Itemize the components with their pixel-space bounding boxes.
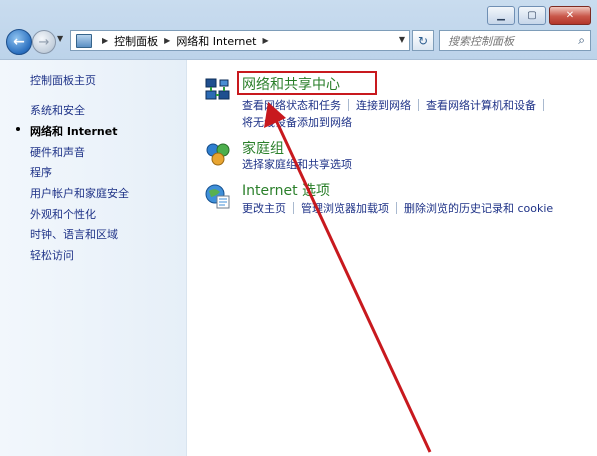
close-button[interactable]: ✕	[549, 6, 591, 25]
view-network-computers-link[interactable]: 查看网络计算机和设备	[426, 97, 536, 113]
sidebar-item-appearance[interactable]: 外观和个性化	[30, 206, 96, 222]
sidebar-item-user-accounts[interactable]: 用户帐户和家庭安全	[30, 185, 129, 201]
minimize-icon: ▁	[497, 9, 505, 21]
chevron-right-icon[interactable]: ▶	[102, 36, 108, 45]
manage-addons-link[interactable]: 管理浏览器加载项	[301, 200, 389, 216]
control-panel-icon	[76, 33, 92, 48]
search-icon[interactable]: ⌕	[578, 33, 585, 48]
connect-to-network-link[interactable]: 连接到网络	[356, 97, 411, 113]
category-panel: 网络和共享中心 查看网络状态和任务 连接到网络 查看网络计算机和设备 将无线设备…	[186, 60, 597, 456]
add-wireless-device-link[interactable]: 将无线设备添加到网络	[242, 114, 352, 130]
sidebar: 控制面板主页 系统和安全 网络和 Internet 硬件和声音 程序 用户帐户和…	[0, 60, 187, 456]
homegroup-links: 选择家庭组和共享选项	[242, 156, 352, 172]
link-divider	[348, 99, 349, 111]
content-area: 控制面板主页 系统和安全 网络和 Internet 硬件和声音 程序 用户帐户和…	[0, 59, 597, 456]
breadcrumb-control-panel[interactable]: 控制面板	[114, 33, 158, 49]
close-icon: ✕	[565, 9, 575, 21]
link-divider	[543, 99, 544, 111]
refresh-icon: ↻	[417, 33, 429, 48]
control-panel-window: ▁ ▢ ✕ ← → ▼ ▶ 控制面板 ▶ 网络和 Internet ▶ ▼ ↻ …	[0, 0, 597, 456]
link-divider	[293, 202, 294, 214]
chevron-right-icon[interactable]: ▶	[164, 36, 170, 45]
back-button[interactable]: ←	[6, 29, 32, 55]
search-input[interactable]	[446, 33, 570, 50]
breadcrumb-network-internet[interactable]: 网络和 Internet	[176, 33, 256, 49]
address-dropdown-icon[interactable]: ▼	[399, 35, 405, 44]
sidebar-item-programs[interactable]: 程序	[30, 164, 52, 180]
network-sharing-links-row2: 将无线设备添加到网络	[242, 114, 352, 130]
recent-pages-dropdown[interactable]: ▼	[57, 34, 63, 43]
change-homepage-link[interactable]: 更改主页	[242, 200, 286, 216]
maximize-icon: ▢	[527, 9, 537, 21]
link-divider	[396, 202, 397, 214]
homegroup-sharing-options-link[interactable]: 选择家庭组和共享选项	[242, 156, 352, 172]
back-arrow-icon: ←	[13, 34, 25, 50]
internet-options-link[interactable]: Internet 选项	[242, 180, 330, 200]
forward-arrow-icon: →	[38, 34, 50, 50]
sidebar-home-link[interactable]: 控制面板主页	[30, 72, 96, 88]
forward-button[interactable]: →	[32, 30, 56, 54]
sidebar-item-hardware-sound[interactable]: 硬件和声音	[30, 144, 85, 160]
view-network-status-link[interactable]: 查看网络状态和任务	[242, 97, 341, 113]
caption-buttons: ▁ ▢ ✕	[484, 6, 591, 25]
sidebar-item-system-security[interactable]: 系统和安全	[30, 102, 85, 118]
internet-options-icon	[205, 184, 230, 209]
active-item-bullet	[16, 127, 20, 131]
chevron-right-icon[interactable]: ▶	[263, 36, 269, 45]
network-icon	[205, 78, 230, 100]
address-bar[interactable]: ▶ 控制面板 ▶ 网络和 Internet ▶ ▼	[70, 30, 410, 51]
maximize-button[interactable]: ▢	[518, 6, 546, 25]
navigation-bar: ← → ▼ ▶ 控制面板 ▶ 网络和 Internet ▶ ▼ ↻ ⌕	[4, 28, 591, 56]
network-sharing-links: 查看网络状态和任务 连接到网络 查看网络计算机和设备	[242, 97, 551, 113]
network-sharing-center-link[interactable]: 网络和共享中心	[242, 74, 340, 94]
sidebar-item-network-internet[interactable]: 网络和 Internet	[30, 123, 117, 139]
minimize-button[interactable]: ▁	[487, 6, 515, 25]
refresh-button[interactable]: ↻	[412, 30, 434, 51]
homegroup-icon	[206, 143, 230, 166]
homegroup-link[interactable]: 家庭组	[242, 138, 284, 158]
internet-options-links: 更改主页 管理浏览器加载项 删除浏览的历史记录和 cookie	[242, 200, 553, 216]
sidebar-item-ease-of-access[interactable]: 轻松访问	[30, 247, 74, 263]
link-divider	[418, 99, 419, 111]
sidebar-item-clock-region[interactable]: 时钟、语言和区域	[30, 226, 118, 242]
search-box[interactable]: ⌕	[439, 30, 591, 51]
delete-history-link[interactable]: 删除浏览的历史记录和 cookie	[404, 200, 553, 216]
